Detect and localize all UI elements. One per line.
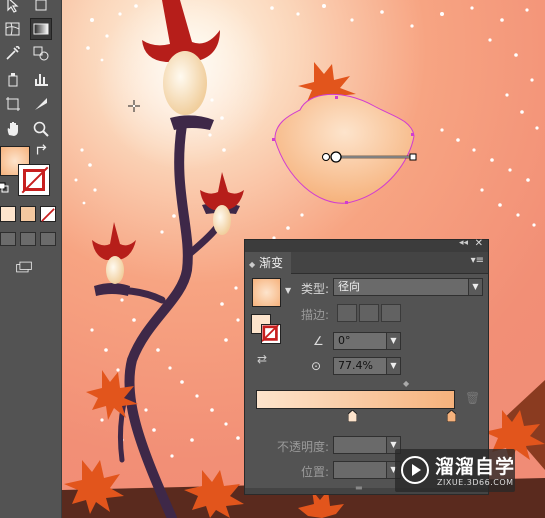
chevron-down-icon: ▼ [386, 333, 400, 349]
hand-tool-icon[interactable] [2, 118, 24, 140]
selected-shape[interactable] [274, 93, 415, 204]
chevron-down-icon: ▼ [386, 358, 400, 374]
tab-arrows-icon: ◆ [249, 260, 256, 269]
group-selection-tool-icon[interactable] [30, 0, 52, 16]
type-label: 类型: [301, 282, 330, 296]
chevron-down-icon: ▼ [468, 279, 482, 295]
type-select-value: 径向 [338, 280, 360, 293]
draw-normal-icon[interactable] [0, 232, 16, 246]
zoom-tool-icon[interactable] [30, 118, 52, 140]
artboard-tool-icon[interactable] [2, 93, 24, 115]
tools-panel [0, 0, 62, 518]
double-chevron-icon[interactable]: ◂◂ [459, 238, 468, 248]
gradient-stop-start[interactable] [347, 409, 358, 423]
symbol-sprayer-tool-icon[interactable] [2, 68, 24, 90]
angle-input[interactable]: 0° ▼ [333, 332, 401, 350]
direct-selection-tool-icon[interactable] [2, 0, 24, 16]
play-icon [401, 456, 429, 484]
watermark-url: ZIXUE.3D66.COM [437, 478, 514, 487]
draw-behind-icon[interactable] [20, 232, 36, 246]
tab-gradient-label: 渐变 [258, 256, 283, 270]
swap-fill-stroke-icon[interactable] [34, 143, 50, 157]
aspect-ratio-input[interactable]: 77.4% ▼ [333, 357, 401, 375]
aspect-ratio-value: 77.4% [338, 359, 373, 372]
midpoint-diamond-icon[interactable]: ◆ [403, 379, 409, 388]
panel-stroke-swatch[interactable] [261, 324, 281, 344]
column-graph-tool-icon[interactable] [30, 68, 52, 90]
panel-tab-row: ◆ 渐变 ▾≡ [245, 252, 488, 274]
watermark-title: 溜溜自学 [435, 456, 516, 478]
opacity-label: 不透明度: [277, 440, 330, 454]
screen-mode-icon[interactable] [12, 256, 36, 278]
gradient-stop-end[interactable] [446, 409, 457, 423]
gradient-tool-icon[interactable] [30, 18, 52, 40]
none-mode-icon[interactable] [40, 206, 56, 222]
aspect-ratio-icon: ⊙ [311, 359, 322, 373]
stroke-color-swatch[interactable] [18, 164, 50, 196]
stroke-across-button[interactable] [381, 304, 401, 322]
tab-gradient[interactable]: ◆ 渐变 [245, 252, 291, 274]
angle-icon: ∠ [313, 334, 324, 348]
slice-tool-icon[interactable] [30, 93, 52, 115]
default-fill-stroke-icon[interactable] [0, 182, 10, 194]
opacity-input[interactable]: ▼ [333, 436, 401, 454]
stroke-label: 描边: [301, 308, 330, 322]
reverse-gradient-icon[interactable]: ⇄ [257, 352, 267, 366]
gradient-mode-icon[interactable] [20, 206, 36, 222]
menu-icon[interactable]: ▾≡ [471, 255, 484, 266]
color-mode-icon[interactable] [0, 206, 16, 222]
watermark-logo: 溜溜自学 ZIXUE.3D66.COM [395, 449, 515, 492]
blend-tool-icon[interactable] [30, 42, 52, 64]
stroke-along-button[interactable] [359, 304, 379, 322]
resize-grip-icon[interactable]: ▬ [355, 483, 363, 492]
gradient-preview-swatch[interactable] [252, 278, 281, 307]
angle-value: 0° [338, 334, 351, 347]
position-input[interactable]: ▼ [333, 461, 401, 479]
stroke-within-button[interactable] [337, 304, 357, 322]
panel-titlebar[interactable]: ◂◂ ✕ [245, 238, 488, 252]
mesh-tool-icon[interactable] [2, 18, 24, 40]
draw-inside-icon[interactable] [40, 232, 56, 246]
position-label: 位置: [301, 465, 330, 479]
close-icon[interactable]: ✕ [475, 238, 483, 249]
trash-icon[interactable]: 🗑 [465, 391, 480, 405]
gradient-slider[interactable] [256, 390, 455, 409]
eyedropper-tool-icon[interactable] [2, 42, 24, 64]
chevron-down-icon[interactable]: ▼ [285, 286, 291, 295]
plant-stem [98, 120, 227, 518]
type-select[interactable]: 径向 ▼ [333, 278, 483, 296]
